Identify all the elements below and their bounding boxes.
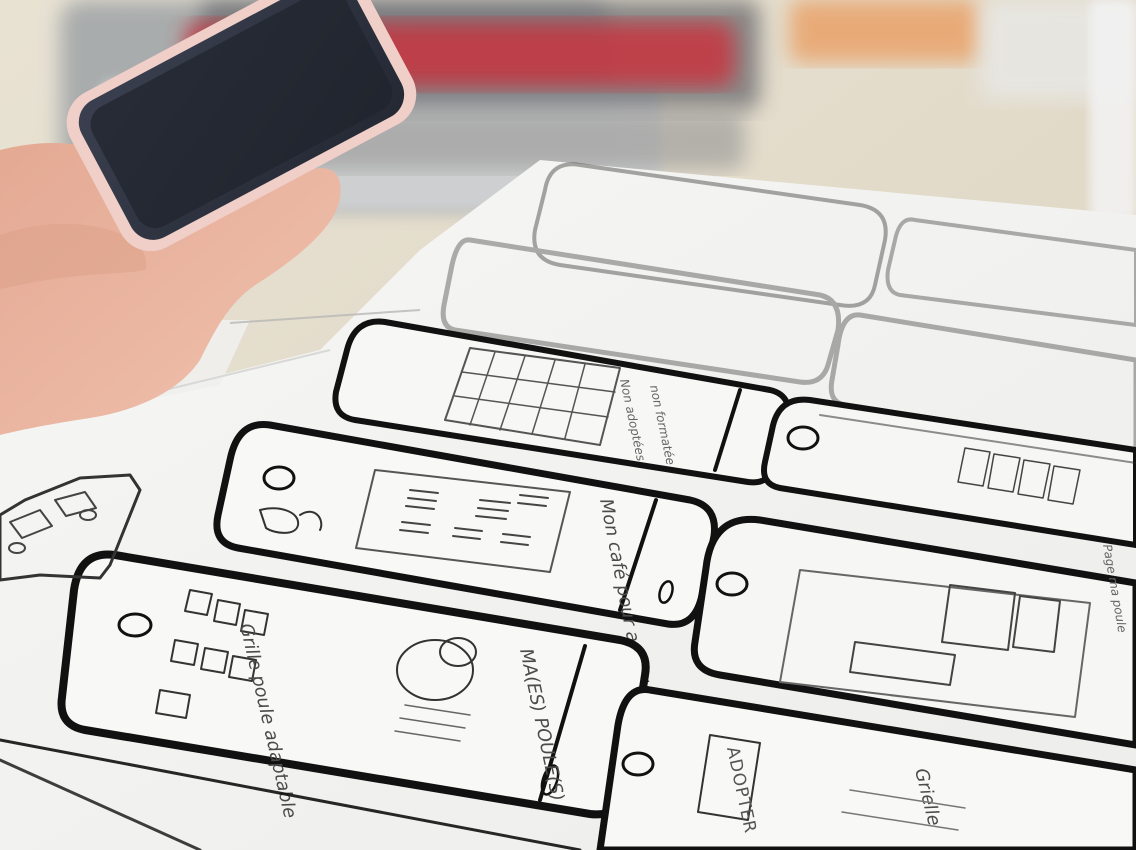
photo-scene: Non adoptées non formatée Mon café pour … bbox=[0, 0, 1136, 850]
wireframe-photo: Non adoptées non formatée Mon café pour … bbox=[0, 0, 1136, 850]
